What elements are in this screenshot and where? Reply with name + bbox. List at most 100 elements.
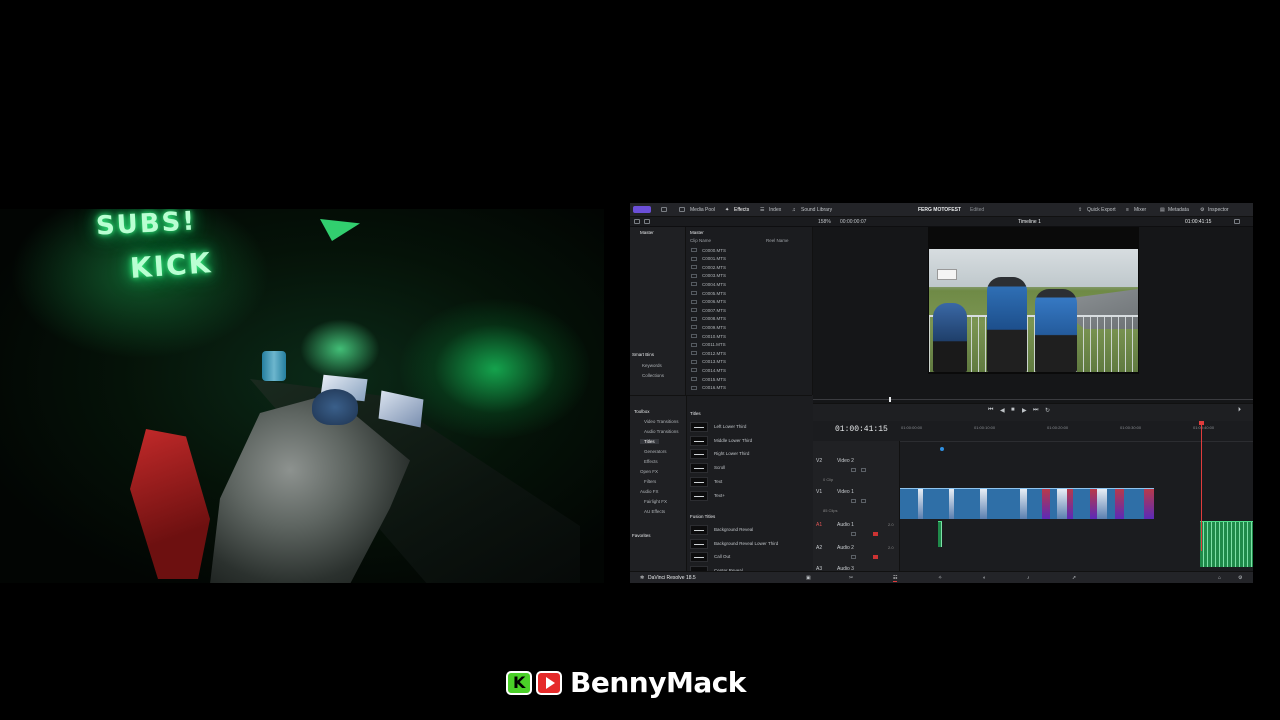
play-icon[interactable]: ▶ <box>1022 407 1027 414</box>
video-clip[interactable] <box>1020 488 1027 519</box>
video-clip[interactable] <box>961 488 967 519</box>
a2-lock-icon[interactable] <box>851 555 856 559</box>
clip-row[interactable]: C0010.MTS <box>690 333 808 340</box>
video-clip[interactable] <box>954 488 961 519</box>
au-effects-item[interactable]: AU Effects <box>644 509 665 514</box>
video-clip[interactable] <box>1090 488 1097 519</box>
video-clip[interactable] <box>980 488 987 519</box>
edit-page-icon[interactable]: ☷ <box>893 575 898 582</box>
video-clip[interactable] <box>1057 488 1067 519</box>
collections-bin[interactable]: Collections <box>642 373 664 378</box>
video-transitions-item[interactable]: Video Transitions <box>644 419 678 424</box>
video-clip[interactable] <box>934 488 940 519</box>
video-clip[interactable] <box>1107 488 1115 519</box>
video-clip[interactable] <box>1050 488 1057 519</box>
viewer-scrubber[interactable] <box>813 399 1253 400</box>
video-clip[interactable] <box>930 488 934 519</box>
zoom-level[interactable]: 158% <box>818 219 831 225</box>
index-button[interactable]: Index <box>769 207 781 213</box>
toolbox-category[interactable]: Toolbox <box>634 409 650 414</box>
bin-list-icon[interactable] <box>634 219 640 224</box>
video-clip[interactable] <box>1115 488 1124 519</box>
audio-clip[interactable] <box>1200 521 1253 567</box>
settings-gear-icon[interactable]: ⚙ <box>1238 575 1242 581</box>
video-clip[interactable] <box>918 488 923 519</box>
track-a2-name[interactable]: Audio 2 <box>837 545 854 551</box>
fusion-title-item[interactable]: Background Reveal <box>690 524 808 536</box>
video-clip[interactable] <box>1124 488 1135 519</box>
marker-icon[interactable] <box>940 447 944 451</box>
color-page-icon[interactable]: ◐ <box>983 575 986 581</box>
clip-row[interactable]: C0007.MTS <box>690 307 808 314</box>
clip-row[interactable]: C0012.MTS <box>690 350 808 357</box>
video-clip[interactable] <box>975 488 980 519</box>
video-clip[interactable] <box>940 488 949 519</box>
video-clip[interactable] <box>949 488 954 519</box>
track-v1-name[interactable]: Video 1 <box>837 489 854 495</box>
a2-mute-icon[interactable] <box>873 555 878 559</box>
open-fx-category[interactable]: Open FX <box>640 469 658 474</box>
title-item[interactable]: Scroll <box>690 462 808 474</box>
title-item[interactable]: Right Lower Third <box>690 448 808 460</box>
deliver-page-icon[interactable]: ➚ <box>1072 575 1076 581</box>
title-item[interactable]: Text+ <box>690 490 808 502</box>
sort-icon[interactable] <box>644 219 650 224</box>
clip-row[interactable]: C0015.MTS <box>690 376 808 383</box>
clip-row[interactable]: C0008.MTS <box>690 316 808 323</box>
track-v2-name[interactable]: Video 2 <box>837 458 854 464</box>
video-clip[interactable] <box>923 488 930 519</box>
video-clip[interactable] <box>1073 488 1081 519</box>
video-clip[interactable] <box>1027 488 1033 519</box>
clip-row[interactable]: C0005.MTS <box>690 290 808 297</box>
next-clip-icon[interactable]: ⏵ <box>1238 407 1241 414</box>
go-end-icon[interactable]: ⏭ <box>1033 407 1038 414</box>
master-bin[interactable]: Master <box>640 230 654 235</box>
loop-icon[interactable]: ↻ <box>1045 407 1050 414</box>
audio-fx-category[interactable]: Audio FX <box>640 489 659 494</box>
video-clip[interactable] <box>1097 488 1107 519</box>
titles-item[interactable]: Titles <box>640 439 659 444</box>
col-reel-name[interactable]: Reel Name <box>766 238 789 243</box>
media-pool-button[interactable]: Media Pool <box>690 207 715 213</box>
audio-clip[interactable] <box>938 521 942 547</box>
effects-button[interactable]: Effects <box>734 207 749 213</box>
video-clip[interactable] <box>1033 488 1042 519</box>
scrubber-handle[interactable] <box>889 397 891 402</box>
a1-lock-icon[interactable] <box>851 532 856 536</box>
video-clip[interactable] <box>1135 488 1144 519</box>
timeline-selector[interactable]: Timeline 1 <box>1018 219 1041 225</box>
audio-transitions-item[interactable]: Audio Transitions <box>644 429 679 434</box>
step-back-icon[interactable]: ◀ <box>1000 407 1005 414</box>
col-clip-name[interactable]: Clip Name <box>690 238 711 243</box>
v2-lock-icon[interactable] <box>851 468 856 472</box>
mixer-button[interactable]: Mixer <box>1134 207 1146 213</box>
filters-item[interactable]: Filters <box>644 479 656 484</box>
video-clip[interactable] <box>967 488 975 519</box>
video-clip[interactable] <box>1010 488 1020 519</box>
quick-export-button[interactable]: Quick Export <box>1087 207 1116 213</box>
v1-visibility-icon[interactable] <box>861 499 866 503</box>
clip-row[interactable]: C0013.MTS <box>690 359 808 366</box>
clip-row[interactable]: C0002.MTS <box>690 264 808 271</box>
playhead[interactable] <box>1201 421 1202 551</box>
keywords-bin[interactable]: Keywords <box>642 363 662 368</box>
stop-icon[interactable]: ■ <box>1011 407 1015 413</box>
fusion-title-item[interactable]: Call Out <box>690 551 808 563</box>
clip-row[interactable]: C0009.MTS <box>690 324 808 331</box>
clip-row[interactable]: C0014.MTS <box>690 367 808 374</box>
v2-visibility-icon[interactable] <box>861 468 866 472</box>
video-clip[interactable] <box>1081 488 1090 519</box>
track-a1-name[interactable]: Audio 1 <box>837 522 854 528</box>
clip-row[interactable]: C0001.MTS <box>690 256 808 263</box>
clip-row[interactable]: C0000.MTS <box>690 247 808 254</box>
video-clip[interactable] <box>906 488 910 519</box>
go-start-icon[interactable]: ⏮ <box>988 407 993 414</box>
video-clip[interactable] <box>987 488 996 519</box>
clip-row[interactable]: C0016.MTS <box>690 385 808 392</box>
video-clip[interactable] <box>1042 488 1050 519</box>
clip-row[interactable]: C0004.MTS <box>690 281 808 288</box>
video-clip[interactable] <box>1002 488 1010 519</box>
generators-item[interactable]: Generators <box>644 449 667 454</box>
resolve-logo-icon[interactable] <box>633 206 651 213</box>
layout-icon[interactable] <box>661 207 667 212</box>
